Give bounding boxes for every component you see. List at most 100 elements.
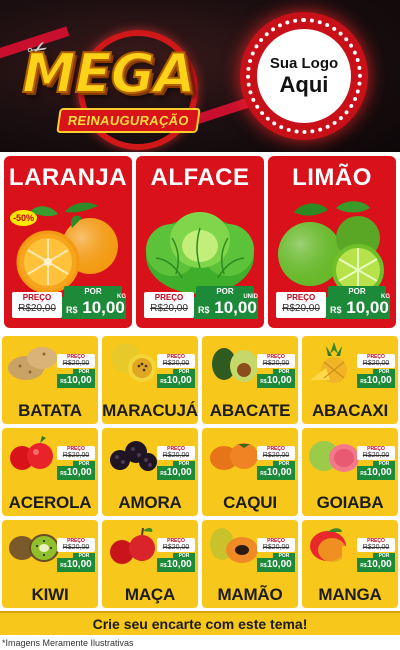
product-card-abacaxi[interactable]: PREÇO R$20,00 POR R$10,00 ABACAXI <box>302 336 398 424</box>
reinauguracao-ribbon: REINAUGURAÇÃO <box>56 108 201 133</box>
kiwi-icon <box>9 534 59 562</box>
price-tag: PREÇO R$20,00 POR R$10,00 <box>157 446 195 480</box>
currency: R$ <box>198 305 210 315</box>
price-tag: POR PREÇO R$20,00 R$ 10,00 KG <box>276 286 390 322</box>
new-price: R$10,00 <box>357 374 395 388</box>
old-price: R$20,00 <box>282 303 320 314</box>
currency: R$ <box>66 305 78 315</box>
por-label: POR <box>328 286 386 297</box>
new-price: R$10,00 <box>357 466 395 480</box>
mega-title: MEGA <box>21 41 197 106</box>
featured-card-alface[interactable]: ALFACE POR PREÇO R$20,00 R$ 10,00 UNID <box>136 156 264 328</box>
old-price: R$20,00 <box>362 544 390 551</box>
preco-label: PREÇO <box>286 293 316 302</box>
price-value: 10,00 <box>66 375 92 386</box>
old-price-box: PREÇO R$20,00 <box>144 292 194 318</box>
disclaimer-text: *Imagens Meramente Ilustrativas <box>2 638 134 648</box>
product-card-acerola[interactable]: PREÇO R$20,00 POR R$10,00 ACEROLA <box>2 428 98 516</box>
product-card-goiaba[interactable]: PREÇO R$20,00 POR R$10,00 GOIABA <box>302 428 398 516</box>
old-price-box: PREÇO R$20,00 <box>57 446 95 460</box>
price-unit: KG <box>117 294 126 300</box>
por-label: POR <box>64 286 122 297</box>
persimmon-icon <box>210 443 258 470</box>
price-value: 10,00 <box>214 298 257 317</box>
old-price-box: PREÇO R$20,00 <box>357 446 395 460</box>
price-unit: KG <box>381 294 390 300</box>
preco-label: PREÇO <box>154 293 184 302</box>
price-tag: PREÇO R$20,00 POR R$10,00 <box>57 538 95 572</box>
mango-icon <box>310 528 356 562</box>
featured-products: LARANJA -50% POR PREÇO R$20,00 R$ 10,00 … <box>0 152 400 332</box>
old-price: R$20,00 <box>150 303 188 314</box>
old-price-box: PREÇO R$20,00 <box>257 354 295 368</box>
price-tag: POR PREÇO R$20,00 R$ 10,00 KG <box>12 286 126 322</box>
logo-line1: Sua Logo <box>269 55 339 72</box>
old-price-box: PREÇO R$20,00 <box>57 538 95 552</box>
old-price: R$20,00 <box>62 452 90 459</box>
product-name: ACEROLA <box>8 493 92 512</box>
old-price: R$20,00 <box>362 360 390 367</box>
product-card-maca[interactable]: PREÇO R$20,00 POR R$10,00 MAÇA <box>102 520 198 608</box>
logo-inner: Sua Logo Aqui <box>257 29 351 123</box>
new-price: R$10,00 <box>57 374 95 388</box>
product-name: GOIABA <box>316 493 384 512</box>
old-price-box: PREÇO R$20,00 <box>257 538 295 552</box>
price-value: 10,00 <box>266 559 292 570</box>
price-unit: UNID <box>243 294 258 300</box>
potato-icon <box>8 347 57 380</box>
product-name: AMORA <box>118 493 182 512</box>
old-price-box: PREÇO R$20,00 <box>12 292 62 318</box>
product-card-mamao[interactable]: PREÇO R$20,00 POR R$10,00 MAMÃO <box>202 520 298 608</box>
new-price: R$10,00 <box>357 558 395 572</box>
featured-card-limao[interactable]: LIMÃO POR PREÇO R$20,00 R$ 10,00 KG <box>268 156 396 328</box>
product-card-manga[interactable]: PREÇO R$20,00 POR R$10,00 MANGA <box>302 520 398 608</box>
featured-card-laranja[interactable]: LARANJA -50% POR PREÇO R$20,00 R$ 10,00 … <box>4 156 132 328</box>
product-card-kiwi[interactable]: PREÇO R$20,00 POR R$10,00 KIWI <box>2 520 98 608</box>
product-name: KIWI <box>31 585 69 604</box>
old-price-box: PREÇO R$20,00 <box>157 354 195 368</box>
product-card-amora[interactable]: PREÇO R$20,00 POR R$10,00 AMORA <box>102 428 198 516</box>
papaya-icon <box>210 528 258 563</box>
product-card-maracuja[interactable]: PREÇO R$20,00 POR R$10,00 MARACUJÁ <box>102 336 198 424</box>
product-name: ABACATE <box>209 401 291 420</box>
guava-icon <box>309 441 359 472</box>
old-price-box: PREÇO R$20,00 <box>157 538 195 552</box>
logo-line2: Aqui <box>279 72 329 97</box>
product-name: CAQUI <box>223 493 277 512</box>
new-price: R$10,00 <box>157 374 195 388</box>
old-price: R$20,00 <box>262 544 290 551</box>
product-name: LIMÃO <box>292 164 372 191</box>
price-value: 10,00 <box>82 298 125 317</box>
product-name: LARANJA <box>8 164 128 191</box>
logo-placeholder[interactable]: Sua Logo Aqui <box>240 12 368 140</box>
price-value: 10,00 <box>366 559 392 570</box>
cta-banner[interactable]: Crie seu encarte com este tema! <box>0 611 400 635</box>
price-tag: PREÇO R$20,00 POR R$10,00 <box>257 446 295 480</box>
product-card-abacate[interactable]: PREÇO R$20,00 POR R$10,00 ABACATE <box>202 336 298 424</box>
old-price-box: PREÇO R$20,00 <box>257 446 295 460</box>
discount-badge: -50% <box>10 210 38 226</box>
price-tag: PREÇO R$20,00 POR R$10,00 <box>357 354 395 388</box>
product-grid: PREÇO R$20,00 POR R$10,00 BATATA PREÇO R$2… <box>0 332 400 612</box>
price-tag: PREÇO R$20,00 POR R$10,00 <box>157 354 195 388</box>
old-price: R$20,00 <box>262 360 290 367</box>
lettuce-icon <box>146 212 254 294</box>
price-tag: PREÇO R$20,00 POR R$10,00 <box>257 354 295 388</box>
price-tag: PREÇO R$20,00 POR R$10,00 <box>257 538 295 572</box>
old-price-box: PREÇO R$20,00 <box>357 354 395 368</box>
product-card-batata[interactable]: PREÇO R$20,00 POR R$10,00 BATATA <box>2 336 98 424</box>
product-name: ALFACE <box>150 164 250 191</box>
product-name: ABACAXI <box>311 401 389 420</box>
new-price: R$10,00 <box>157 466 195 480</box>
currency: R$ <box>330 305 342 315</box>
price-value: 10,00 <box>66 559 92 570</box>
price-value: 10,00 <box>366 467 392 478</box>
product-card-caqui[interactable]: PREÇO R$20,00 POR R$10,00 CAQUI <box>202 428 298 516</box>
new-price: R$ 10,00 <box>62 297 126 319</box>
old-price: R$20,00 <box>362 452 390 459</box>
new-price: R$10,00 <box>257 466 295 480</box>
old-price: R$20,00 <box>162 452 190 459</box>
price-value: 10,00 <box>266 467 292 478</box>
new-price: R$10,00 <box>57 466 95 480</box>
new-price: R$ 10,00 <box>194 297 258 319</box>
